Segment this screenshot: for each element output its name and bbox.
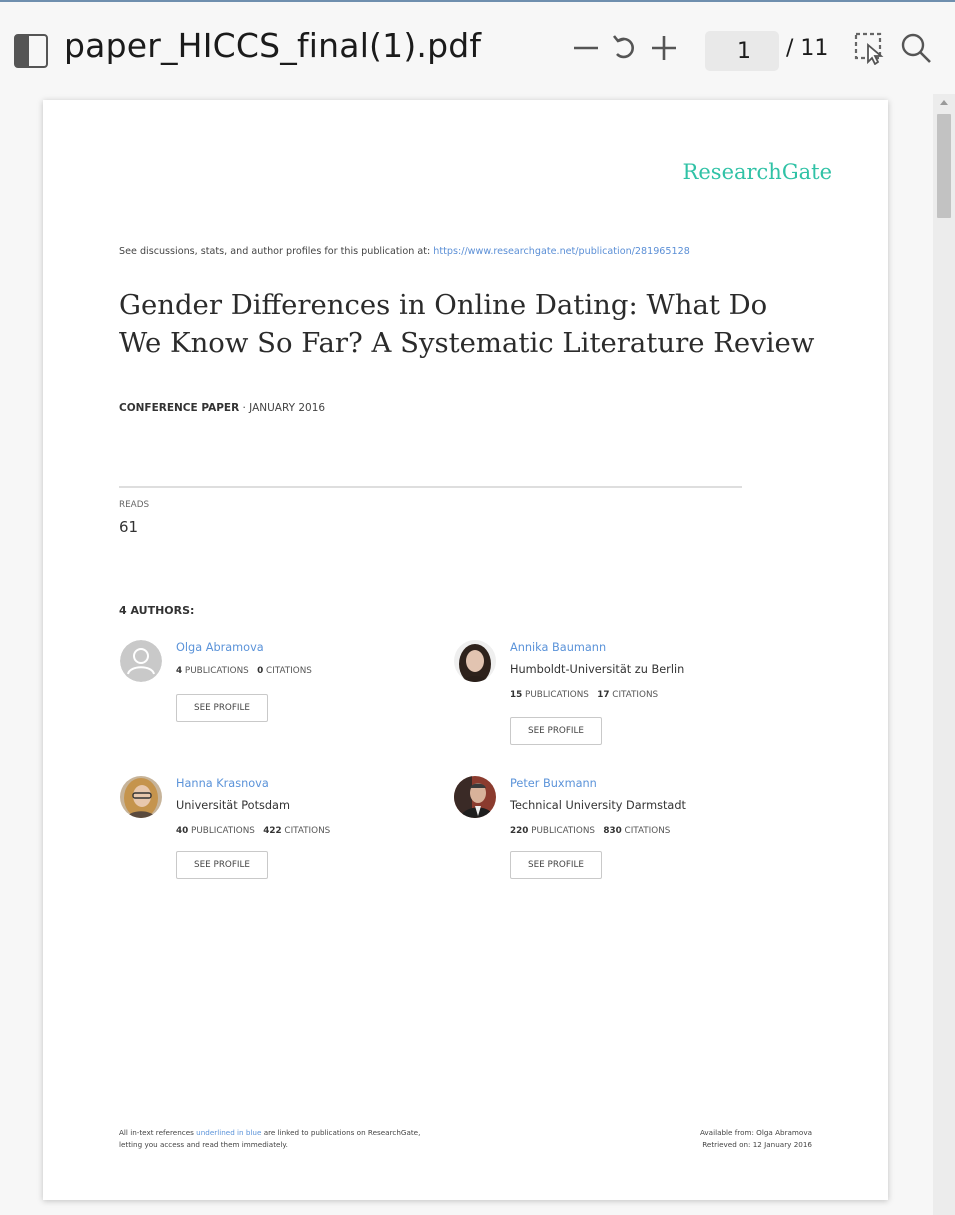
author-photo[interactable] xyxy=(454,640,496,682)
available-from: Available from: Olga Abramova xyxy=(699,1128,812,1137)
discussion-line: See discussions, stats, and author profi… xyxy=(119,246,690,257)
author-card-peter-buxmann: Peter Buxmann Technical University Darms… xyxy=(454,776,774,886)
zoom-out-button[interactable] xyxy=(568,28,604,68)
footer-note-line-2: letting you access and read them immedia… xyxy=(119,1140,288,1149)
publication-link[interactable]: https://www.researchgate.net/publication… xyxy=(433,246,690,257)
publications-label: PUBLICATIONS xyxy=(191,826,255,836)
scroll-up-arrow[interactable] xyxy=(933,94,955,110)
footer-note-link-text: underlined in blue xyxy=(196,1128,262,1137)
sidebar-toggle-icon[interactable] xyxy=(14,34,48,68)
document-title: paper_HICCS_final(1).pdf xyxy=(64,26,482,65)
author-name[interactable]: Annika Baumann xyxy=(510,641,606,654)
author-name[interactable]: Peter Buxmann xyxy=(510,777,597,790)
paper-type: CONFERENCE PAPER · JANUARY 2016 xyxy=(119,402,325,414)
search-button[interactable] xyxy=(898,28,934,68)
minus-icon xyxy=(574,46,598,50)
author-institution: Universität Potsdam xyxy=(176,799,290,812)
citation-count: 830 xyxy=(603,826,622,836)
see-profile-button[interactable]: SEE PROFILE xyxy=(176,694,268,722)
retrieved-on: Retrieved on: 12 January 2016 xyxy=(702,1140,812,1149)
footer-note-line-1: All in-text references underlined in blu… xyxy=(119,1127,519,1139)
publications-label: PUBLICATIONS xyxy=(531,826,595,836)
pdf-page: ResearchGate See discussions, stats, and… xyxy=(43,100,888,1200)
citation-count: 17 xyxy=(597,690,610,700)
author-stats: 40 PUBLICATIONS 422 CITATIONS xyxy=(176,826,330,836)
paper-title-line-2: We Know So Far? A Systematic Literature … xyxy=(119,327,815,359)
pdf-toolbar: paper_HICCS_final(1).pdf / 11 xyxy=(0,2,955,94)
footer-note: All in-text references underlined in blu… xyxy=(119,1127,519,1151)
avatar-placeholder[interactable] xyxy=(120,640,162,682)
paper-title-line-1: Gender Differences in Online Dating: Wha… xyxy=(119,289,768,321)
discussion-prefix: See discussions, stats, and author profi… xyxy=(119,246,431,257)
zoom-in-button[interactable] xyxy=(646,28,682,68)
page-number-input[interactable] xyxy=(705,31,779,71)
scroll-thumb[interactable] xyxy=(937,114,951,218)
publication-count: 15 xyxy=(510,690,523,700)
page-total: / 11 xyxy=(786,36,829,61)
author-card-olga-abramova: Olga Abramova 4 PUBLICATIONS 0 CITATIONS… xyxy=(120,640,420,730)
selection-cursor-icon xyxy=(854,32,884,65)
text-select-button[interactable] xyxy=(852,28,888,68)
author-card-annika-baumann: Annika Baumann Humboldt-Universität zu B… xyxy=(454,640,774,750)
publications-label: PUBLICATIONS xyxy=(525,690,589,700)
paper-type-bold: CONFERENCE PAPER xyxy=(119,402,240,414)
paper-date: · JANUARY 2016 xyxy=(239,402,326,414)
footer-note-text-a: All in-text references xyxy=(119,1128,197,1137)
publications-label: PUBLICATIONS xyxy=(184,666,249,676)
divider xyxy=(119,486,742,488)
see-profile-button[interactable]: SEE PROFILE xyxy=(510,717,602,745)
author-name[interactable]: Hanna Krasnova xyxy=(176,777,269,790)
footer-note-text-c: are linked to publications on ResearchGa… xyxy=(261,1128,421,1137)
reads-label: READS xyxy=(119,500,150,510)
paper-title: Gender Differences in Online Dating: Wha… xyxy=(119,286,839,362)
vertical-scrollbar[interactable] xyxy=(933,94,955,1215)
author-photo[interactable] xyxy=(454,776,496,818)
author-stats: 4 PUBLICATIONS 0 CITATIONS xyxy=(176,666,312,676)
citations-label: CITATIONS xyxy=(624,826,671,836)
author-institution: Humboldt-Universität zu Berlin xyxy=(510,663,685,676)
authors-label: 4 AUTHORS: xyxy=(119,604,195,617)
author-card-hanna-krasnova: Hanna Krasnova Universität Potsdam 40 PU… xyxy=(120,776,440,886)
publication-count: 220 xyxy=(510,826,529,836)
citation-count: 422 xyxy=(263,826,282,836)
see-profile-button[interactable]: SEE PROFILE xyxy=(510,851,602,879)
author-name[interactable]: Olga Abramova xyxy=(176,641,264,654)
author-stats: 220 PUBLICATIONS 830 CITATIONS xyxy=(510,826,670,836)
citation-count: 0 xyxy=(257,666,264,676)
publication-count: 40 xyxy=(176,826,189,836)
author-institution: Technical University Darmstadt xyxy=(510,799,686,812)
rotate-icon xyxy=(612,35,634,59)
search-icon xyxy=(901,33,931,63)
reads-value: 61 xyxy=(119,518,139,536)
see-profile-button[interactable]: SEE PROFILE xyxy=(176,851,268,879)
citations-label: CITATIONS xyxy=(612,690,659,700)
citations-label: CITATIONS xyxy=(266,666,312,676)
researchgate-logo: ResearchGate xyxy=(682,160,832,184)
plus-icon xyxy=(652,36,676,60)
author-stats: 15 PUBLICATIONS 17 CITATIONS xyxy=(510,690,658,700)
rotate-button[interactable] xyxy=(607,28,643,68)
author-photo[interactable] xyxy=(120,776,162,818)
retrieval-info: Available from: Olga Abramova Retrieved … xyxy=(700,1127,812,1151)
citations-label: CITATIONS xyxy=(284,826,331,836)
publication-count: 4 xyxy=(176,666,183,676)
